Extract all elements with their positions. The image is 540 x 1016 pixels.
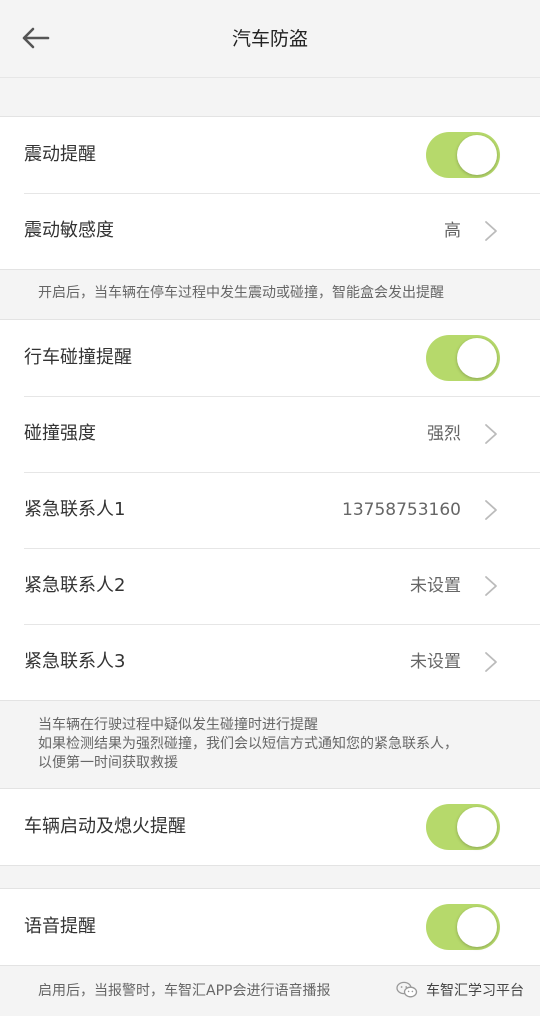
page-title: 汽车防盗 [231,28,308,50]
ignition-alert-toggle[interactable] [426,804,500,850]
ignition-alert-label: 车辆启动及熄火提醒 [24,816,186,837]
vibration-sensitivity-value: 高 [444,221,461,241]
toggle-knob [457,807,497,847]
collision-alert-toggle[interactable] [426,335,500,381]
toggle-knob [457,135,497,175]
voice-settings: 语音提醒 [0,888,540,966]
vibration-sensitivity-label: 震动敏感度 [24,220,114,241]
collision-intensity-value: 强烈 [427,424,461,444]
collision-intensity-label: 碰撞强度 [24,423,96,444]
emergency-contact-1-row[interactable]: 紧急联系人1 13758753160 [0,472,540,548]
emergency-contact-3-value: 未设置 [410,652,461,672]
vibration-alert-row: 震动提醒 [0,117,540,193]
vibration-settings: 震动提醒 震动敏感度 高 [0,116,540,270]
collision-note-line-1: 当车辆在行驶过程中疑似发生碰撞时进行提醒 [38,717,318,733]
emergency-contact-2-value: 未设置 [410,576,461,596]
ignition-alert-row: 车辆启动及熄火提醒 [0,789,540,865]
collision-alert-label: 行车碰撞提醒 [24,347,132,368]
collision-alert-row: 行车碰撞提醒 [0,320,540,396]
emergency-contact-2-label: 紧急联系人2 [24,575,126,596]
collision-intensity-row[interactable]: 碰撞强度 强烈 [0,396,540,472]
emergency-contact-3-row[interactable]: 紧急联系人3 未设置 [0,624,540,700]
vibration-sensitivity-row[interactable]: 震动敏感度 高 [0,193,540,269]
chevron-right-icon [485,424,497,444]
chevron-right-icon [485,500,497,520]
toggle-knob [457,907,497,947]
emergency-contact-1-label: 紧急联系人1 [24,499,126,520]
wechat-icon [396,981,418,998]
emergency-contact-3-label: 紧急联系人3 [24,651,126,672]
voice-note: 启用后，当报警时，车智汇APP会进行语音播报 [38,983,331,999]
collision-note-line-3: 以便第一时间获取救援 [38,755,178,771]
vibration-alert-toggle[interactable] [426,132,500,178]
chevron-right-icon [485,652,497,672]
ignition-settings: 车辆启动及熄火提醒 [0,788,540,866]
collision-note: 当车辆在行驶过程中疑似发生碰撞时进行提醒 如果检测结果为强烈碰撞，我们会以短信方… [38,716,520,773]
emergency-contact-2-row[interactable]: 紧急联系人2 未设置 [0,548,540,624]
watermark-text: 车智汇学习平台 [426,983,524,999]
voice-alert-toggle[interactable] [426,904,500,950]
app-header: 汽车防盗 [0,0,540,78]
emergency-contact-1-value: 13758753160 [342,500,461,520]
voice-alert-row: 语音提醒 [0,889,540,965]
vibration-alert-label: 震动提醒 [24,144,96,165]
chevron-right-icon [485,221,497,241]
voice-alert-label: 语音提醒 [24,916,96,937]
collision-settings: 行车碰撞提醒 碰撞强度 强烈 紧急联系人1 13758753160 紧急联系人2… [0,319,540,701]
toggle-knob [457,338,497,378]
vibration-note: 开启后，当车辆在停车过程中发生震动或碰撞，智能盒会发出提醒 [38,285,444,301]
collision-note-line-2: 如果检测结果为强烈碰撞，我们会以短信方式通知您的紧急联系人， [38,736,458,752]
chevron-right-icon [485,576,497,596]
watermark: 车智汇学习平台 [396,980,524,1000]
